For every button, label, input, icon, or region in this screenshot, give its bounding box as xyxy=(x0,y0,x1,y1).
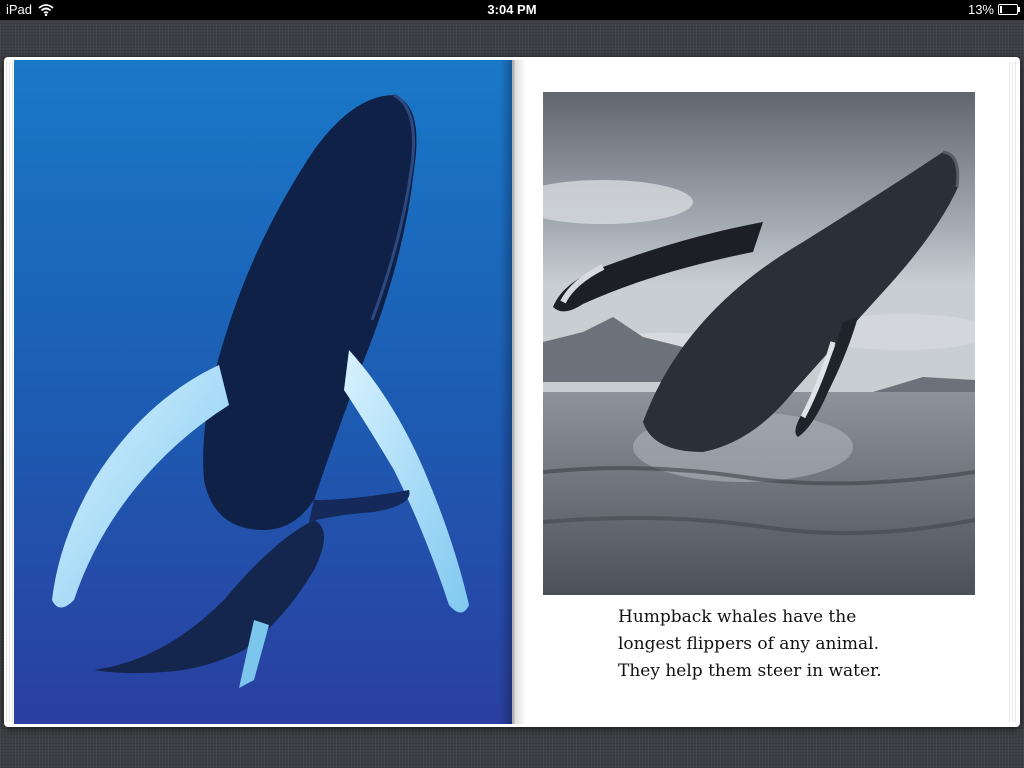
humpback-whale-breaching-photo xyxy=(543,92,975,595)
caption-line: longest flippers of any animal. xyxy=(618,634,880,654)
battery-fill xyxy=(1000,6,1002,13)
left-page[interactable] xyxy=(14,60,512,724)
caption-line: Humpback whales have the xyxy=(618,607,857,627)
caption-line: They help them steer in water. xyxy=(618,661,882,681)
status-bar: iPad 3:04 PM 13% xyxy=(0,0,1024,20)
page-caption: Humpback whales have the longest flipper… xyxy=(618,604,958,685)
status-time: 3:04 PM xyxy=(487,2,537,17)
humpback-whale-underwater-photo xyxy=(14,60,512,724)
page-edge-left xyxy=(6,62,14,722)
battery-icon xyxy=(998,4,1020,15)
status-right: 13% xyxy=(967,2,1020,17)
battery-percent: 13% xyxy=(967,2,994,17)
